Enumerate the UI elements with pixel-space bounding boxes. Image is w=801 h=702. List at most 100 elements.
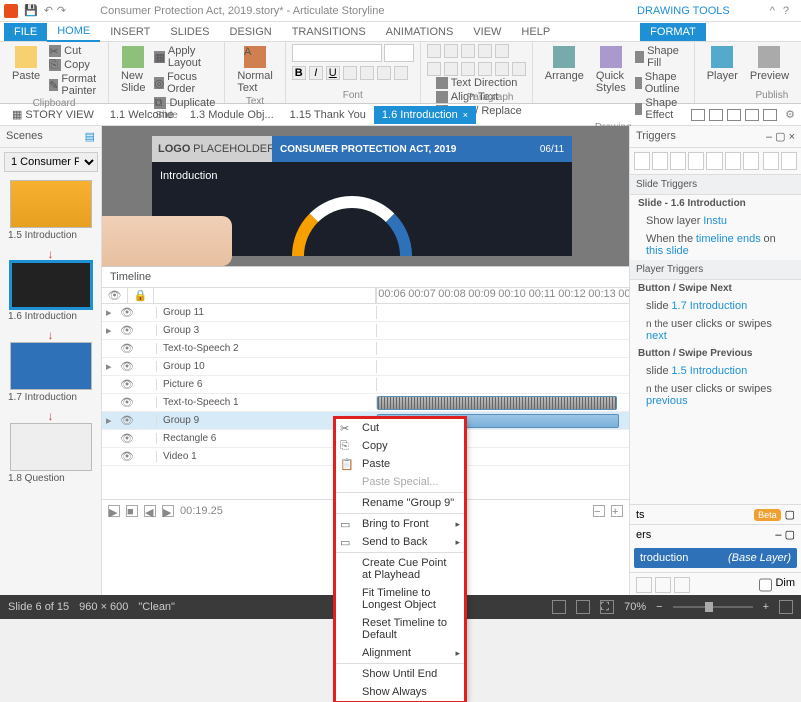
ctx-fit-timeline[interactable]: Fit Timeline to Longest Object xyxy=(336,584,464,614)
copy-button[interactable]: ⎘Copy xyxy=(46,58,102,72)
numbering-button[interactable] xyxy=(444,44,458,58)
view-normal-icon[interactable] xyxy=(552,600,566,614)
device-phone-l-icon[interactable] xyxy=(745,109,759,121)
visibility-icon[interactable]: 👁 xyxy=(120,378,134,391)
scenes-outline-icon[interactable]: ▤ xyxy=(85,130,95,143)
visibility-icon[interactable]: 👁 xyxy=(120,342,134,355)
next-button[interactable]: ▶ xyxy=(162,505,174,517)
tab-design[interactable]: DESIGN xyxy=(220,23,282,41)
fit-icon[interactable]: ⛶ xyxy=(600,600,614,614)
edit-trigger-button[interactable] xyxy=(652,152,668,170)
object-name[interactable]: Group 11 xyxy=(156,307,376,318)
tab-slides[interactable]: SLIDES xyxy=(160,23,219,41)
trigger-when[interactable]: When the timeline ends on this slide xyxy=(630,230,801,260)
move-down-button[interactable] xyxy=(743,152,759,170)
slide-tab-3[interactable]: 1.15 Thank You xyxy=(282,106,374,124)
jump-prev-action[interactable]: slide 1.5 Introduction xyxy=(630,362,801,380)
thumb-1-5[interactable]: 1.5 Introduction xyxy=(4,180,97,243)
line-spacing-button[interactable] xyxy=(495,44,509,58)
bold-button[interactable]: B xyxy=(292,66,306,80)
ctx-alignment[interactable]: Alignment▸ xyxy=(336,644,464,662)
ctx-cue-point[interactable]: Create Cue Point at Playhead xyxy=(336,554,464,584)
object-name[interactable]: Text-to-Speech 1 xyxy=(156,397,376,408)
shape-fill-button[interactable]: Shape Fill xyxy=(632,44,688,70)
visibility-icon[interactable]: 👁 xyxy=(120,414,134,427)
scene-dropdown[interactable]: 1 Consumer Prot xyxy=(4,152,98,172)
hide-ribbon-icon[interactable]: ^ xyxy=(770,5,775,17)
font-color-button[interactable] xyxy=(394,66,408,80)
settings-icon[interactable]: ⚙ xyxy=(785,108,795,121)
trigger-view-button[interactable] xyxy=(781,152,797,170)
ctx-show-always[interactable]: Show Always xyxy=(336,683,464,701)
jump-prev-when[interactable]: n the user clicks or swipes previous xyxy=(630,380,801,410)
shape-outline-button[interactable]: Shape Outline xyxy=(632,70,688,96)
timeline-ruler[interactable]: 00:0600:0700:0800:0900:1000:1100:1200:13… xyxy=(377,288,629,303)
zoom-level[interactable]: 70% xyxy=(624,601,646,613)
zoom-slider[interactable] xyxy=(673,606,753,608)
text-direction-button[interactable]: Text Direction xyxy=(433,76,526,90)
tab-animations[interactable]: ANIMATIONS xyxy=(376,23,464,41)
tab-help[interactable]: HELP xyxy=(511,23,560,41)
close-tab-icon[interactable]: × xyxy=(463,110,468,120)
timeline-row[interactable]: 👁Picture 6🖼 15.png xyxy=(102,376,629,394)
visibility-icon[interactable]: 👁 xyxy=(120,306,134,319)
tab-transitions[interactable]: TRANSITIONS xyxy=(282,23,376,41)
copy-trigger-button[interactable] xyxy=(670,152,686,170)
move-up-button[interactable] xyxy=(725,152,741,170)
del-layer-button[interactable] xyxy=(674,577,690,593)
font-size-input[interactable] xyxy=(384,44,414,62)
visibility-icon[interactable]: 👁 xyxy=(120,396,134,409)
device-phone-p-icon[interactable] xyxy=(763,109,777,121)
underline-button[interactable]: U xyxy=(326,66,340,80)
align-center-button[interactable] xyxy=(444,62,458,76)
slide-tab-2[interactable]: 1.3 Module Obj... xyxy=(182,106,282,124)
dup-layer-button[interactable] xyxy=(655,577,671,593)
indent-right-button[interactable] xyxy=(478,44,492,58)
focus-order-button[interactable]: ◎Focus Order xyxy=(151,70,218,96)
tab-view[interactable]: VIEW xyxy=(463,23,511,41)
jump-next-action[interactable]: slide 1.7 Introduction xyxy=(630,297,801,315)
timeline-row[interactable]: 👁 Text-to-Speech 1 xyxy=(102,394,629,412)
slide-tab-4[interactable]: 1.6 Introduction× xyxy=(374,106,476,124)
ctx-rename[interactable]: Rename "Group 9" xyxy=(336,494,464,512)
indent-left-button[interactable] xyxy=(461,44,475,58)
visibility-icon[interactable]: 👁 xyxy=(120,324,134,337)
dim-checkbox[interactable] xyxy=(759,577,772,593)
panel-expand-icon[interactable]: ▢ xyxy=(785,508,795,521)
bullets-button[interactable] xyxy=(427,44,441,58)
variables-button[interactable] xyxy=(763,152,779,170)
stop-button[interactable]: ■ xyxy=(126,505,138,517)
ctx-bring-front[interactable]: ▭Bring to Front▸ xyxy=(336,515,464,533)
tab-format[interactable]: FORMAT xyxy=(640,23,706,41)
format-painter-button[interactable]: ✎Format Painter xyxy=(46,72,102,98)
timeline-row[interactable]: 👁Text-to-Speech 2 xyxy=(102,340,629,358)
new-slide-button[interactable]: New Slide xyxy=(115,44,151,110)
ctx-cut[interactable]: ✂Cut xyxy=(336,419,464,437)
zoom-out-timeline[interactable]: − xyxy=(593,505,605,517)
timeline-track[interactable]: Group 10 xyxy=(377,358,629,375)
italic-button[interactable]: I xyxy=(309,66,323,80)
panel-close-icon[interactable]: – ▢ × xyxy=(766,130,795,143)
apply-layout-button[interactable]: ▦Apply Layout xyxy=(151,44,218,70)
shape-effect-button[interactable]: Shape Effect xyxy=(632,96,688,122)
trigger-action[interactable]: Show layer Instu xyxy=(630,212,801,230)
device-tablet-p-icon[interactable] xyxy=(727,109,741,121)
timeline-clip[interactable] xyxy=(377,396,617,410)
panel-expand-icon[interactable]: – ▢ xyxy=(775,528,795,541)
visibility-icon[interactable]: 👁 xyxy=(120,450,134,463)
arrange-button[interactable]: Arrange xyxy=(539,44,590,122)
expand-icon[interactable]: ▸ xyxy=(106,360,116,373)
font-family-input[interactable] xyxy=(292,44,382,62)
slide-tab-1[interactable]: 1.1 Welcome xyxy=(102,106,182,124)
zoom-in-button[interactable]: + xyxy=(763,601,769,613)
shadow-button[interactable] xyxy=(360,66,374,80)
base-layer-item[interactable]: troduction(Base Layer) xyxy=(634,548,797,568)
rtl-button[interactable] xyxy=(512,62,526,76)
zoom-in-timeline[interactable]: + xyxy=(611,505,623,517)
object-name[interactable]: Group 3 xyxy=(156,325,376,336)
justify-button[interactable] xyxy=(478,62,492,76)
add-trigger-button[interactable] xyxy=(634,152,650,170)
object-name[interactable]: Group 10 xyxy=(156,361,376,372)
timeline-row[interactable]: ▸👁Group 11 xyxy=(102,304,629,322)
tab-file[interactable]: FILE xyxy=(4,23,47,41)
